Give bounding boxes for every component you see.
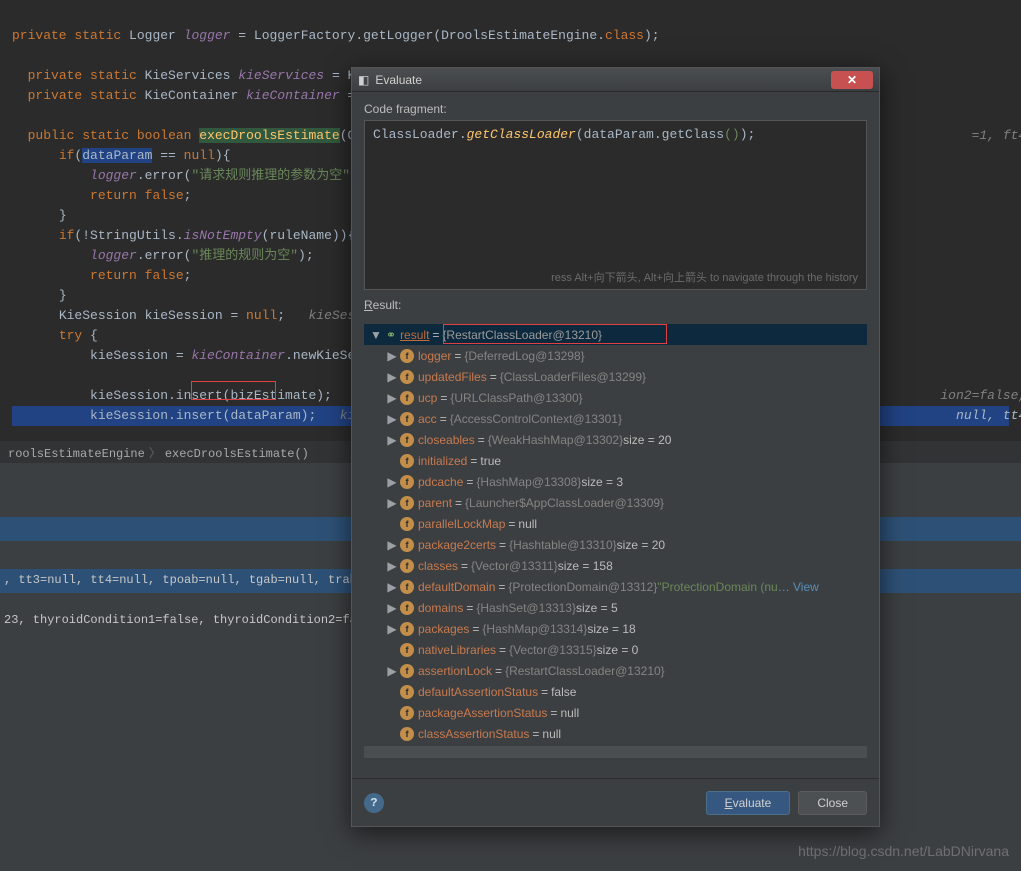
tree-node[interactable]: ▶fpackages = {HashMap@13314} size = 18 xyxy=(364,618,867,639)
tree-node-result[interactable]: ▼⚭ result = {RestartClassLoader@13210} xyxy=(364,324,867,345)
result-label: Result: xyxy=(364,298,867,312)
close-button[interactable]: Close xyxy=(798,791,867,815)
tree-node[interactable]: fdefaultAssertionStatus = false xyxy=(364,681,867,702)
tree-node[interactable]: ▶fcloseables = {WeakHashMap@13302} size … xyxy=(364,429,867,450)
evaluate-dialog: ◧ Evaluate ✕ Code fragment: ClassLoader.… xyxy=(351,67,880,827)
dialog-title: Evaluate xyxy=(375,73,422,87)
tree-node[interactable]: ▶facc = {AccessControlContext@13301} xyxy=(364,408,867,429)
app-icon: ◧ xyxy=(358,73,369,87)
tree-node[interactable]: fclassAssertionStatus = null xyxy=(364,723,867,744)
dialog-titlebar[interactable]: ◧ Evaluate ✕ xyxy=(352,68,879,92)
fragment-hint: ress Alt+向下箭头, Alt+向上箭头 to navigate thro… xyxy=(551,269,858,285)
tree-node[interactable]: ▶fdomains = {HashSet@13313} size = 5 xyxy=(364,597,867,618)
tree-node[interactable]: fparallelLockMap = null xyxy=(364,513,867,534)
tree-node[interactable]: ▶flogger = {DeferredLog@13298} xyxy=(364,345,867,366)
code-fragment-input[interactable]: ClassLoader.getClassLoader(dataParam.get… xyxy=(364,120,867,290)
help-icon[interactable]: ? xyxy=(364,793,384,813)
tree-node[interactable]: ▶fupdatedFiles = {ClassLoaderFiles@13299… xyxy=(364,366,867,387)
tree-node[interactable]: finitialized = true xyxy=(364,450,867,471)
tree-node[interactable]: ▶fparent = {Launcher$AppClassLoader@1330… xyxy=(364,492,867,513)
evaluate-button[interactable]: Evaluate xyxy=(706,791,791,815)
tree-node[interactable]: ▶fdefaultDomain = {ProtectionDomain@1331… xyxy=(364,576,867,597)
tree-node[interactable]: ▶fpackage2certs = {Hashtable@13310} size… xyxy=(364,534,867,555)
result-tree[interactable]: ▼⚭ result = {RestartClassLoader@13210} ▶… xyxy=(364,324,867,778)
tree-node[interactable]: ▶fucp = {URLClassPath@13300} xyxy=(364,387,867,408)
tree-node[interactable]: ▶fassertionLock = {RestartClassLoader@13… xyxy=(364,660,867,681)
tree-node[interactable]: ▶fpdcache = {HashMap@13308} size = 3 xyxy=(364,471,867,492)
tree-node[interactable]: fpackageAssertionStatus = null xyxy=(364,702,867,723)
tree-node[interactable]: fnativeLibraries = {Vector@13315} size =… xyxy=(364,639,867,660)
tree-node[interactable]: ▶fclasses = {Vector@13311} size = 158 xyxy=(364,555,867,576)
fragment-label: Code fragment: xyxy=(364,102,867,116)
view-link[interactable]: … View xyxy=(778,580,819,594)
scrollbar[interactable] xyxy=(364,746,867,758)
close-icon[interactable]: ✕ xyxy=(831,71,873,89)
